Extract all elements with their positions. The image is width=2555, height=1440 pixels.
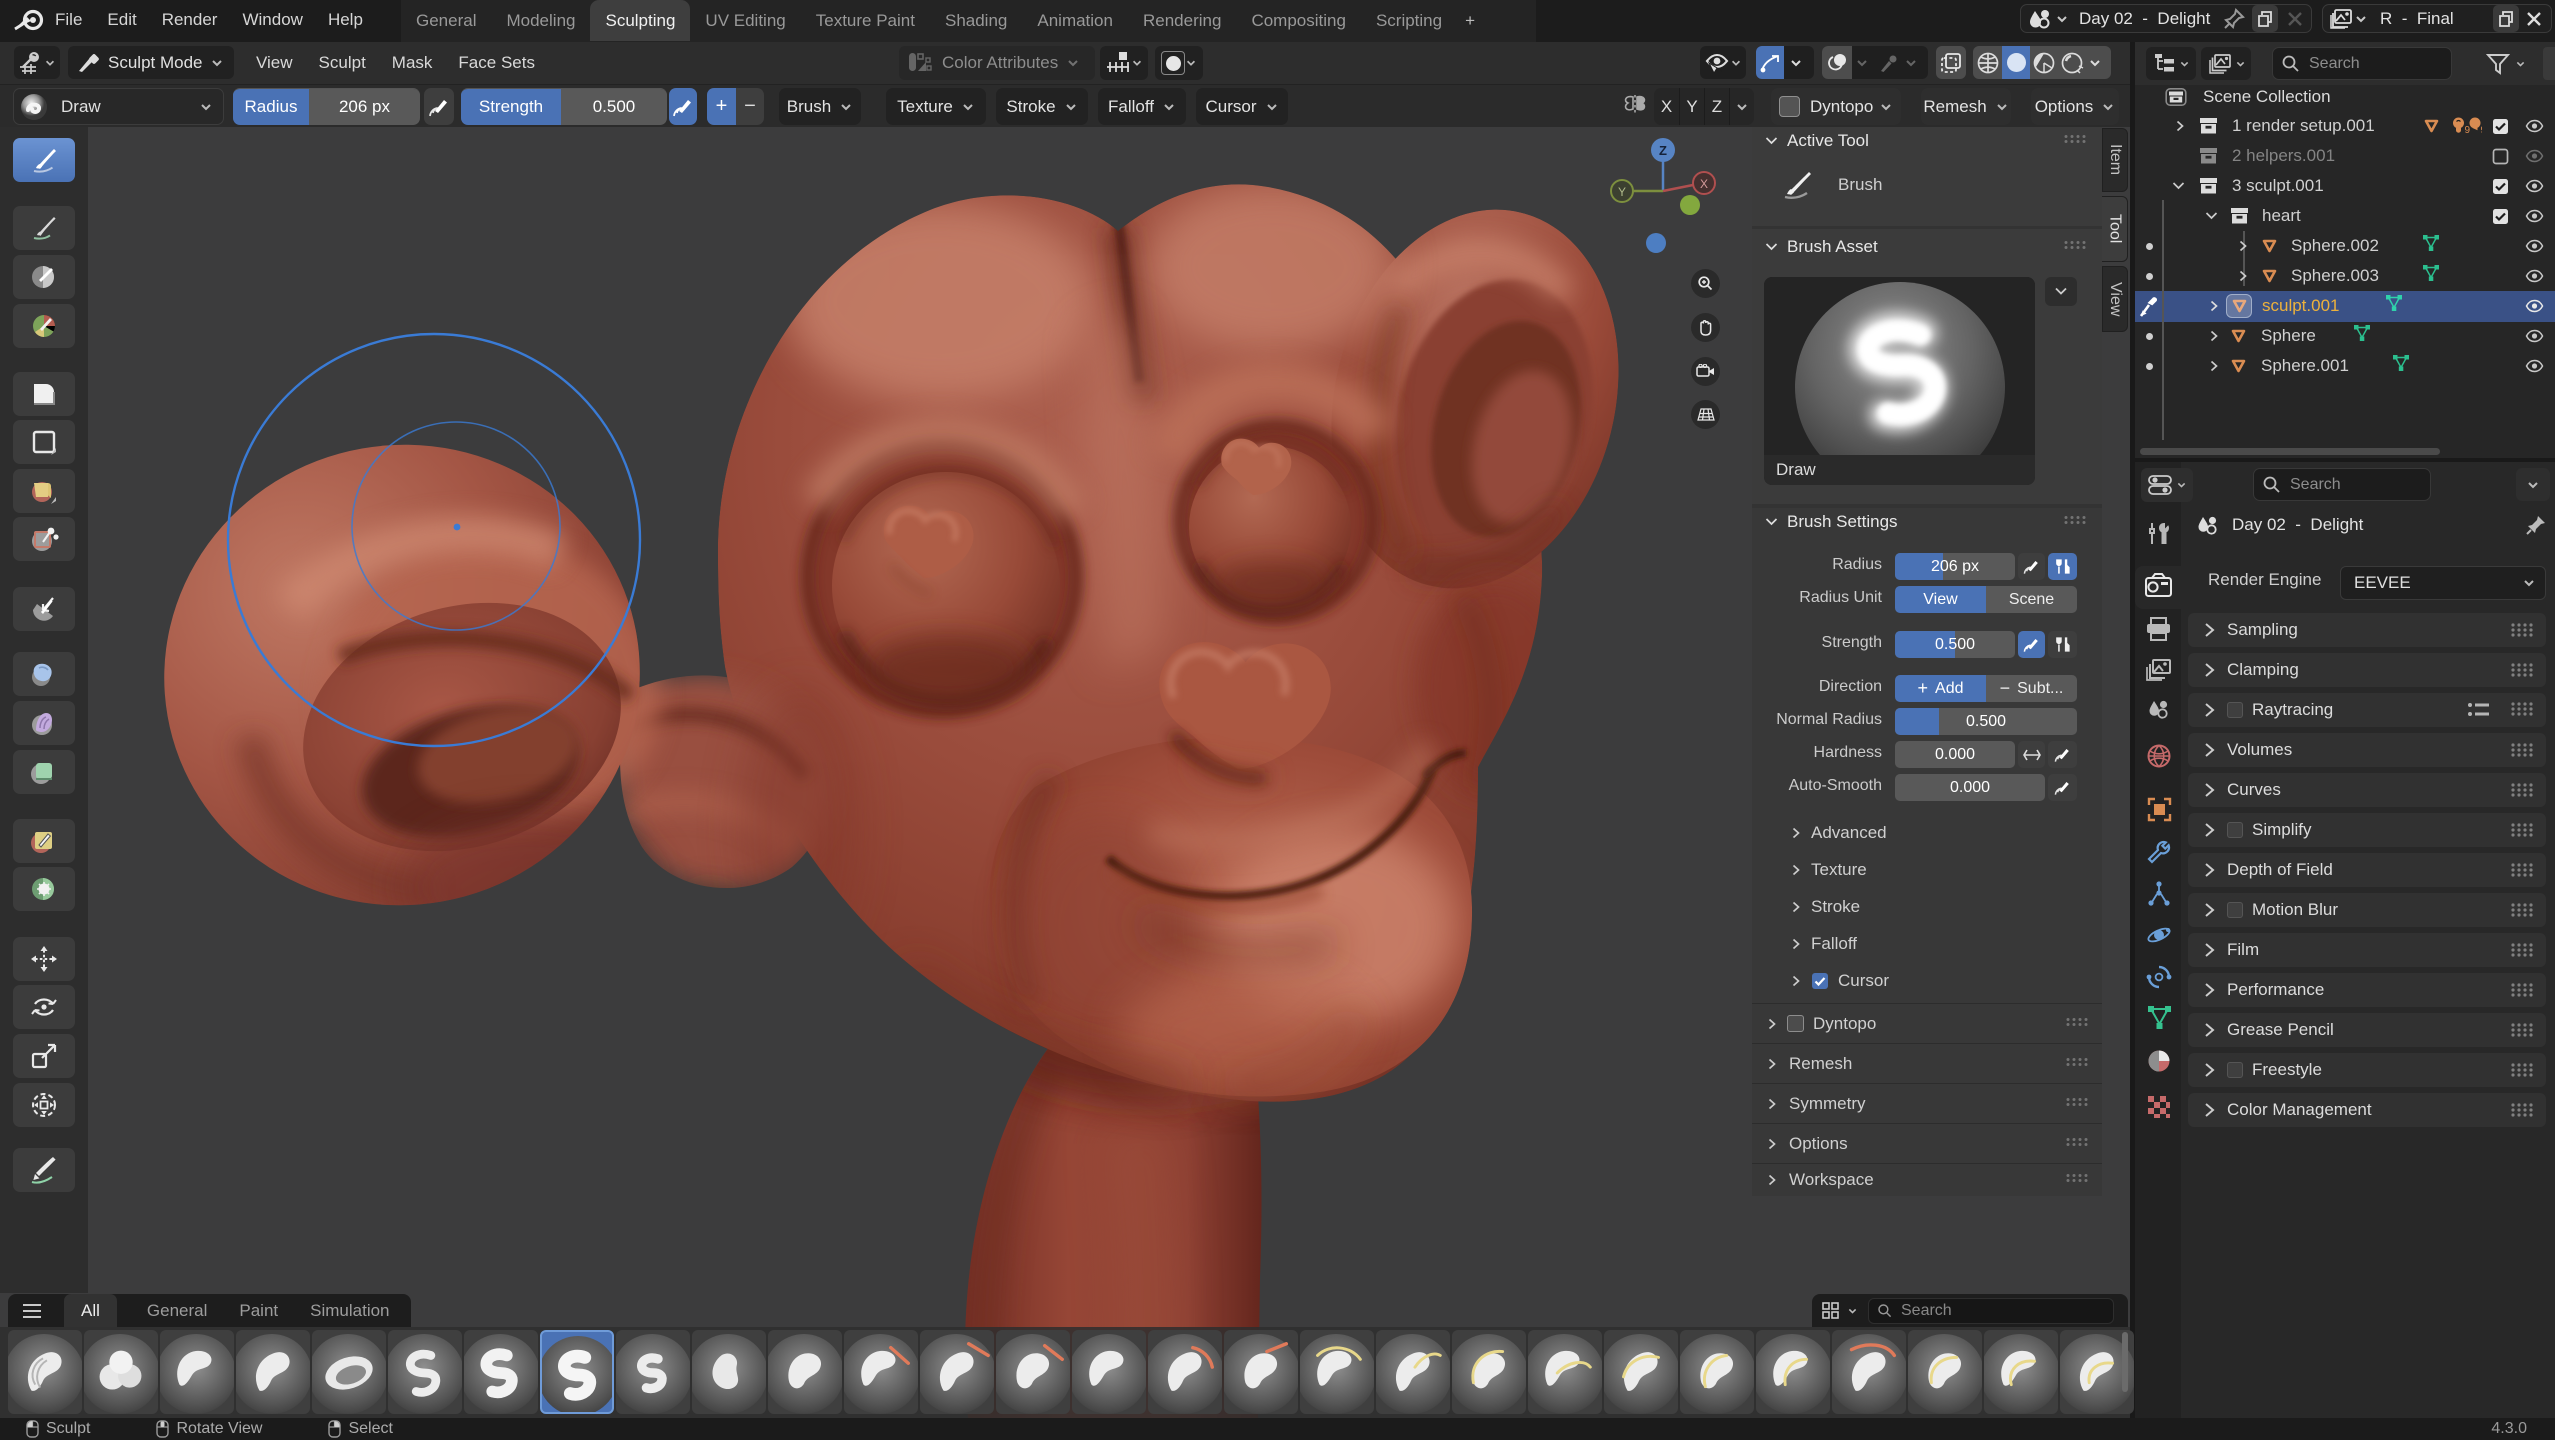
svg-text:Z: Z [1659, 143, 1667, 158]
svg-text:9: 9 [2465, 125, 2471, 136]
svg-text:Y: Y [1618, 185, 1626, 199]
svg-text:9: 9 [2481, 125, 2483, 136]
svg-text:X: X [1700, 177, 1708, 191]
